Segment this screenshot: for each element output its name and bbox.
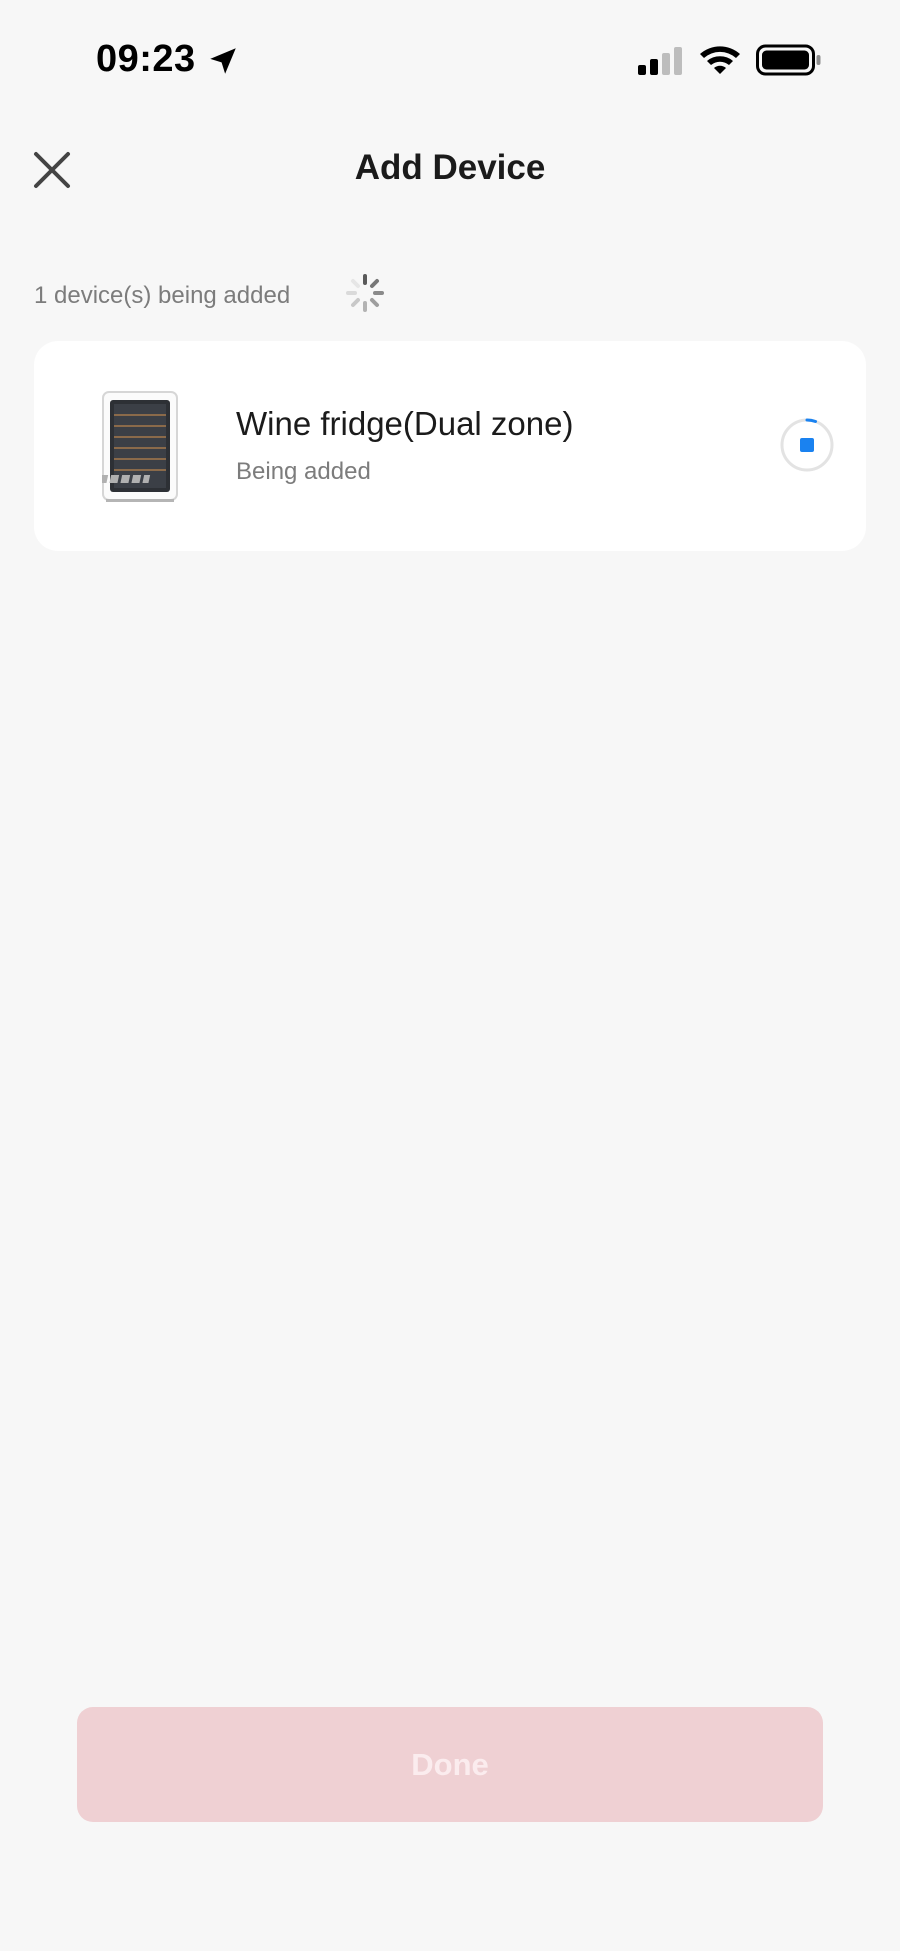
cellular-signal-icon — [638, 47, 682, 75]
add-device-screen: 09:23 Add Device 1 device(s) being added — [0, 0, 900, 1951]
status-bar: 09:23 — [0, 0, 900, 120]
stop-progress-icon[interactable] — [779, 417, 835, 473]
loading-spinner-icon — [346, 274, 384, 312]
device-status: Being added — [236, 458, 371, 485]
page-title: Add Device — [354, 148, 546, 187]
wine-fridge-icon — [102, 391, 178, 502]
battery-icon — [756, 44, 821, 76]
device-card: Wine fridge(Dual zone) Being added — [34, 341, 866, 551]
device-name: Wine fridge(Dual zone) — [236, 405, 574, 442]
status-time: 09:23 — [96, 38, 196, 80]
close-icon[interactable] — [30, 148, 74, 192]
location-arrow-icon — [210, 48, 236, 74]
done-button[interactable]: Done — [77, 1707, 823, 1822]
devices-progress-text: 1 device(s) being added — [34, 282, 291, 309]
wifi-icon — [700, 46, 740, 74]
